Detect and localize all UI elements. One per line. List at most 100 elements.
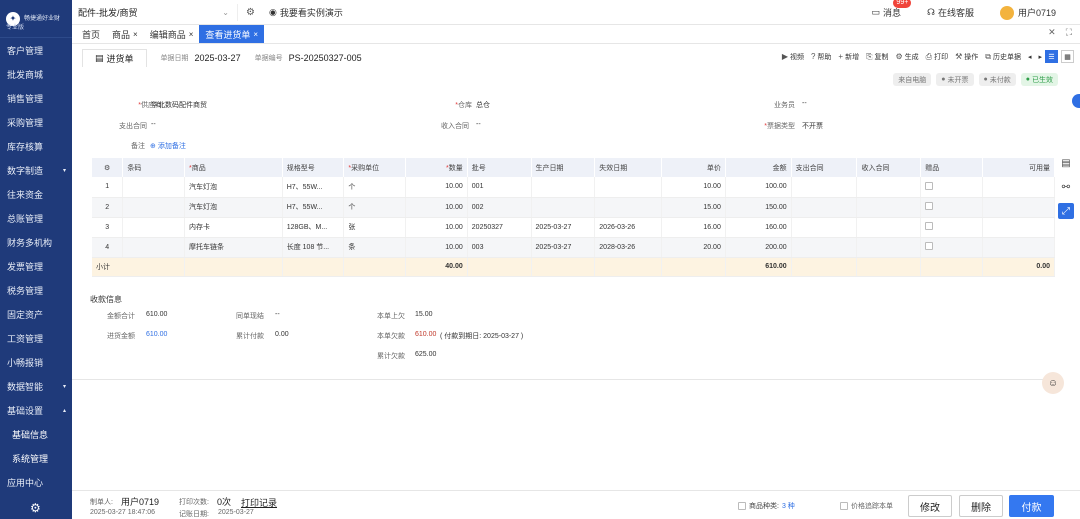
sidebar-item[interactable]: 财务多机构 — [0, 230, 72, 254]
scene-selector[interactable]: 配件-批发/商贸 ⌄ — [78, 3, 238, 21]
online-service-button[interactable]: ☊ 在线客服 — [927, 6, 974, 19]
close-tab-icon[interactable]: × — [133, 30, 138, 39]
print-log-link[interactable]: 打印记录 — [241, 496, 277, 509]
print-icon: ⎙ — [925, 51, 933, 61]
sidebar-item[interactable]: 批发商城 — [0, 62, 72, 86]
sidebar-item[interactable]: 固定资产 — [0, 302, 72, 326]
link-icon[interactable]: ⚯ — [1058, 179, 1074, 195]
close-all-tabs-icon[interactable]: ✕ — [1048, 27, 1056, 38]
column-header[interactable]: 收入合同 — [856, 158, 922, 177]
sidebar-item[interactable]: 往来资金 — [0, 182, 72, 206]
salesman-value: -- — [802, 100, 807, 107]
plus-circle-icon: ⊕ — [150, 143, 156, 150]
column-header[interactable]: 批号 — [467, 158, 532, 177]
column-settings-icon[interactable]: ⚙ — [92, 158, 124, 177]
action-help[interactable]: ? 帮助 — [811, 52, 831, 62]
action-history[interactable]: ⧉ 历史单据 — [985, 52, 1021, 62]
add-remark-link[interactable]: ⊕ 添加备注 — [150, 141, 186, 151]
sidebar-item[interactable]: 工资管理 — [0, 326, 72, 350]
table-row[interactable]: 3 内存卡 128GB、M... 张 10.00 20250327 2025-03-27 20… — [92, 217, 1056, 238]
purchase-value[interactable]: 610.00 — [146, 331, 167, 338]
next-icon[interactable]: ▸ — [1038, 53, 1042, 61]
kinds-checkbox[interactable] — [738, 502, 746, 510]
column-header[interactable]: 支出合同 — [791, 158, 858, 177]
column-header[interactable]: 条码 — [122, 158, 186, 177]
table-row[interactable]: 2 汽车灯泡 H7、55W... 个 10.00 002 15.00 150.00 — [92, 197, 1056, 218]
sidebar-item[interactable]: 发票管理 — [0, 254, 72, 278]
column-header[interactable]: 生产日期 — [531, 158, 596, 177]
action-add[interactable]: + 新增 — [838, 52, 859, 62]
sidebar-item[interactable]: 采购管理 — [0, 110, 72, 134]
column-header[interactable]: 赠品 — [920, 158, 983, 177]
column-header[interactable]: 单价 — [661, 158, 726, 177]
tab[interactable]: 编辑商品 × — [144, 25, 200, 43]
cell-amount: 160.00 — [725, 217, 792, 238]
sidebar-item[interactable]: 小畅报销 — [0, 350, 72, 374]
close-tab-icon[interactable]: × — [253, 30, 258, 39]
pay-button[interactable]: 付款 — [1009, 495, 1054, 517]
tab[interactable]: 查看进货单 × — [199, 25, 265, 43]
fullscreen-icon[interactable]: ⛶ — [1066, 27, 1072, 38]
sidebar-item[interactable]: 税务管理 — [0, 278, 72, 302]
sidebar-item[interactable]: 销售管理 — [0, 86, 72, 110]
grid-view-icon[interactable]: ▦ — [1061, 50, 1074, 63]
sidebar-item[interactable]: 客户管理 — [0, 38, 72, 62]
column-header[interactable]: *采购单位 — [343, 158, 407, 177]
cell-amount: 150.00 — [725, 197, 792, 218]
generate-icon: ⚙ — [895, 52, 903, 61]
salesman-label: 业务员 — [774, 102, 795, 109]
app-logo: ✦ 畅捷通好业财 专业版 — [0, 0, 72, 38]
gift-checkbox[interactable] — [925, 242, 934, 250]
sidebar-nav: 客户管理批发商城 销售管理 采购管理 库存核算 数字制造 ▾ 往来资金 总账管理 财务多机构 发票… — [0, 38, 72, 494]
price-track-toggle[interactable]: 价格追踪本单 — [840, 501, 893, 511]
column-header[interactable]: *商品 — [184, 158, 283, 177]
sidebar-item[interactable]: 应用中心 — [0, 470, 72, 494]
action-label: 历史单据 — [992, 53, 1021, 61]
demo-link[interactable]: ◉ 我要看实例演示 — [269, 6, 343, 19]
action-bar: ▶ 视频 ? 帮助 + 新增 ⎘ 复制 ⚙ 生成 ⎙ 打印 ⚒ 操作 ⧉ 历史单据 ◂ ▸ ☰ ▦ — [775, 50, 1074, 63]
gift-checkbox[interactable] — [925, 222, 934, 230]
settings-gear-icon[interactable]: ⚙ — [30, 501, 41, 515]
action-operate[interactable]: ⚒ 操作 — [955, 52, 978, 62]
table-row[interactable]: 4 摩托车链条 长度 108 节... 条 10.00 003 2025-03-27 2028… — [92, 237, 1056, 258]
gift-checkbox[interactable] — [925, 181, 934, 190]
doc-type-tab[interactable]: ▤ 进货单 — [82, 49, 147, 67]
prev-icon[interactable]: ◂ — [1028, 53, 1032, 61]
column-header[interactable]: 可用量 — [982, 158, 1056, 177]
sidebar-item[interactable]: 数字制造 ▾ — [0, 158, 72, 182]
column-header[interactable]: *数量 — [405, 158, 468, 177]
cell-product: 摩托车链条 — [184, 237, 283, 258]
sidebar-item-label: 应用中心 — [7, 477, 44, 488]
edit-button[interactable]: 修改 — [908, 495, 952, 517]
close-tab-icon[interactable]: × — [189, 30, 194, 39]
action-video[interactable]: ▶ 视频 — [782, 52, 804, 62]
side-handle[interactable] — [1072, 94, 1080, 108]
sidebar-item[interactable]: 基础设置 ▴ — [0, 398, 72, 422]
table-row[interactable]: 1 汽车灯泡 H7、55W... 个 10.00 001 10.00 100.00 — [92, 177, 1056, 198]
sidebar-item-label: 客户管理 — [7, 45, 44, 56]
gift-checkbox[interactable] — [925, 202, 934, 210]
user-menu[interactable]: 用户0719 — [999, 5, 1056, 20]
sidebar-item[interactable]: 系统管理 — [0, 446, 72, 470]
sidebar-item[interactable]: 数据智能 ▾ — [0, 374, 72, 398]
action-copy[interactable]: ⎘ 复制 — [866, 52, 888, 62]
messages-button[interactable]: ▭ 消息 99+ — [871, 0, 912, 19]
cell-spec: H7、55W... — [282, 197, 345, 218]
column-header[interactable]: 金额 — [725, 158, 792, 177]
list-view-icon[interactable]: ☰ — [1045, 50, 1058, 63]
notes-icon[interactable]: ▤ — [1058, 155, 1074, 171]
action-generate[interactable]: ⚙ 生成 — [896, 52, 919, 62]
tab[interactable]: 商品 × — [106, 25, 144, 43]
expand-icon[interactable]: ⤢ — [1058, 203, 1074, 219]
tab[interactable]: 首页 — [76, 25, 106, 43]
column-header[interactable]: 规格型号 — [282, 158, 345, 177]
price-track-checkbox[interactable] — [840, 502, 848, 510]
sidebar-item[interactable]: 基础信息 — [0, 422, 72, 446]
assistant-avatar-icon[interactable]: ☺ — [1042, 372, 1064, 394]
sidebar-item[interactable]: 库存核算 — [0, 134, 72, 158]
delete-button[interactable]: 删除 — [959, 495, 1003, 517]
gear-icon[interactable]: ⚙ — [246, 7, 255, 18]
sidebar-item[interactable]: 总账管理 — [0, 206, 72, 230]
action-print[interactable]: ⎙ 打印 — [926, 52, 948, 62]
column-header[interactable]: 失效日期 — [594, 158, 663, 177]
